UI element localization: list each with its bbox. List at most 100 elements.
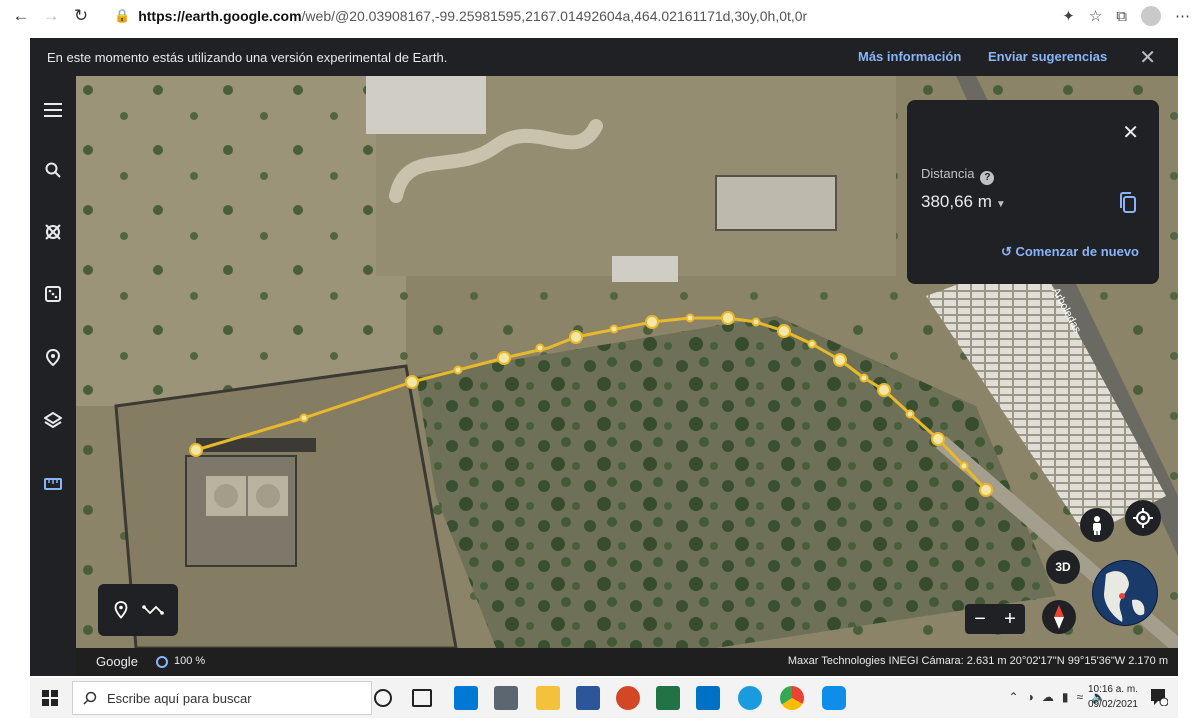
measure-point[interactable]: [405, 375, 419, 389]
address-bar[interactable]: 🔒 https://earth.google.com/web/@20.03908…: [114, 3, 807, 29]
chevron-up-icon[interactable]: ⌃: [1009, 690, 1019, 704]
measure-point[interactable]: [751, 317, 761, 327]
refresh-icon[interactable]: ↻: [66, 2, 96, 30]
measure-point[interactable]: [807, 339, 817, 349]
3d-toggle-button[interactable]: 3D: [1046, 550, 1080, 584]
zoom-in-button[interactable]: +: [1004, 608, 1016, 631]
measure-point[interactable]: [877, 383, 891, 397]
taskbar: Escribe aquí para buscar ⌃ ◑ ☁ ▮ ≈ 🔈 10:…: [30, 678, 1178, 718]
measure-point[interactable]: [569, 330, 583, 344]
measure-point[interactable]: [189, 443, 203, 457]
lock-icon[interactable]: 🔒: [114, 8, 130, 24]
voyager-icon[interactable]: [41, 220, 65, 244]
attribution-text[interactable]: Maxar Technologies INEGI Cámara: 2.631 m…: [788, 655, 1168, 667]
sidebar: [30, 76, 76, 676]
compass-icon[interactable]: [1042, 600, 1076, 634]
file-explorer-icon[interactable]: [536, 686, 560, 710]
distance-label-text: Distancia: [921, 166, 975, 181]
map-footer: Google 100 % Maxar Technologies INEGI Cá…: [76, 648, 1178, 676]
distance-value[interactable]: 380,66 m ▼: [921, 192, 1006, 212]
menu-icon[interactable]: [41, 98, 65, 122]
measure-point[interactable]: [721, 311, 735, 325]
more-info-link[interactable]: Más información: [858, 49, 961, 64]
distance-value-text: 380,66 m: [921, 192, 992, 211]
wifi-icon[interactable]: ≈: [1076, 690, 1083, 704]
measure-mode-toolbox: [98, 584, 178, 636]
load-percent: 100 %: [174, 655, 206, 667]
close-icon[interactable]: ✕: [1122, 120, 1139, 145]
battery-icon[interactable]: ▮: [1062, 690, 1069, 704]
network-icon[interactable]: ◑: [1027, 690, 1034, 704]
search-icon: [83, 691, 97, 705]
clock[interactable]: 10:16 a. m. 09/02/2021: [1088, 682, 1138, 712]
powerpoint-icon[interactable]: [616, 686, 640, 710]
restart-button[interactable]: ↺ Comenzar de nuevo: [1001, 244, 1139, 260]
favorites-icon[interactable]: ☆: [1089, 7, 1102, 25]
close-icon[interactable]: ✕: [1139, 45, 1156, 70]
pegman-icon[interactable]: [1080, 508, 1114, 542]
feedback-link[interactable]: Enviar sugerencias: [988, 49, 1107, 64]
read-aloud-icon[interactable]: ✦: [1062, 7, 1075, 25]
search-icon[interactable]: [41, 158, 65, 182]
url-path: /web/@20.03908167,-99.25981595,2167.0149…: [301, 8, 808, 24]
measure-point[interactable]: [609, 324, 619, 334]
measure-point[interactable]: [777, 324, 791, 338]
word-icon[interactable]: [576, 686, 600, 710]
back-icon[interactable]: ←: [6, 2, 36, 30]
measure-point[interactable]: [859, 373, 869, 383]
loading-ring-icon: [156, 656, 168, 668]
calculator-icon[interactable]: [494, 686, 518, 710]
banner-text: En este momento estás utilizando una ver…: [47, 49, 448, 65]
my-location-icon[interactable]: [1125, 500, 1161, 536]
clock-time: 10:16 a. m.: [1087, 684, 1138, 695]
copy-icon[interactable]: [1119, 192, 1137, 214]
browser-toolbar: ← → ↻ 🔒 https://earth.google.com/web/@20…: [0, 0, 1200, 32]
clock-date: 09/02/2021: [1087, 699, 1138, 710]
map-style-icon[interactable]: [41, 408, 65, 432]
measure-point[interactable]: [535, 343, 545, 353]
cloud-icon[interactable]: ☁: [1042, 690, 1054, 704]
outlook-icon[interactable]: [696, 686, 720, 710]
google-logo: Google: [96, 654, 138, 669]
measure-point[interactable]: [299, 413, 309, 423]
measure-point[interactable]: [979, 483, 993, 497]
chrome-icon[interactable]: [780, 686, 804, 710]
projects-icon[interactable]: [41, 346, 65, 370]
globe-icon[interactable]: [1092, 560, 1158, 626]
point-marker-icon[interactable]: [110, 599, 132, 621]
distance-label: Distancia?: [921, 166, 995, 185]
forward-icon[interactable]: →: [36, 2, 66, 30]
collections-icon[interactable]: ⧉: [1116, 8, 1127, 25]
taskbar-search-input[interactable]: Escribe aquí para buscar: [72, 681, 372, 715]
teamviewer-icon[interactable]: [822, 686, 846, 710]
path-icon[interactable]: [142, 599, 164, 621]
measure-icon[interactable]: [41, 472, 65, 496]
more-icon[interactable]: ⋯: [1175, 7, 1190, 25]
measure-point[interactable]: [497, 351, 511, 365]
measure-point[interactable]: [905, 409, 915, 419]
restart-label: Comenzar de nuevo: [1015, 244, 1139, 259]
profile-icon[interactable]: [1141, 6, 1161, 26]
chevron-down-icon[interactable]: ▼: [996, 199, 1006, 210]
measure-point[interactable]: [685, 313, 695, 323]
cortana-icon[interactable]: [374, 689, 392, 707]
feeling-lucky-icon[interactable]: [41, 282, 65, 306]
measure-point[interactable]: [959, 461, 969, 471]
store-icon[interactable]: [454, 686, 478, 710]
experimental-banner: En este momento estás utilizando una ver…: [30, 38, 1178, 76]
notification-icon[interactable]: [1150, 688, 1168, 706]
measure-panel: ✕ Distancia? 380,66 m ▼ ↺ Comenzar de nue…: [907, 100, 1159, 284]
help-icon[interactable]: ?: [980, 171, 995, 185]
measure-point[interactable]: [833, 353, 847, 367]
measure-point[interactable]: [931, 432, 945, 446]
measure-point[interactable]: [453, 365, 463, 375]
windows-start-icon[interactable]: [42, 690, 58, 706]
excel-icon[interactable]: [656, 686, 680, 710]
restart-icon: ↺: [1000, 244, 1012, 259]
measure-point[interactable]: [645, 315, 659, 329]
zoom-controls: − +: [965, 604, 1025, 634]
url-host: https://earth.google.com: [138, 8, 302, 24]
edge-icon[interactable]: [738, 686, 762, 710]
zoom-out-button[interactable]: −: [974, 608, 986, 631]
task-view-icon[interactable]: [412, 689, 432, 707]
